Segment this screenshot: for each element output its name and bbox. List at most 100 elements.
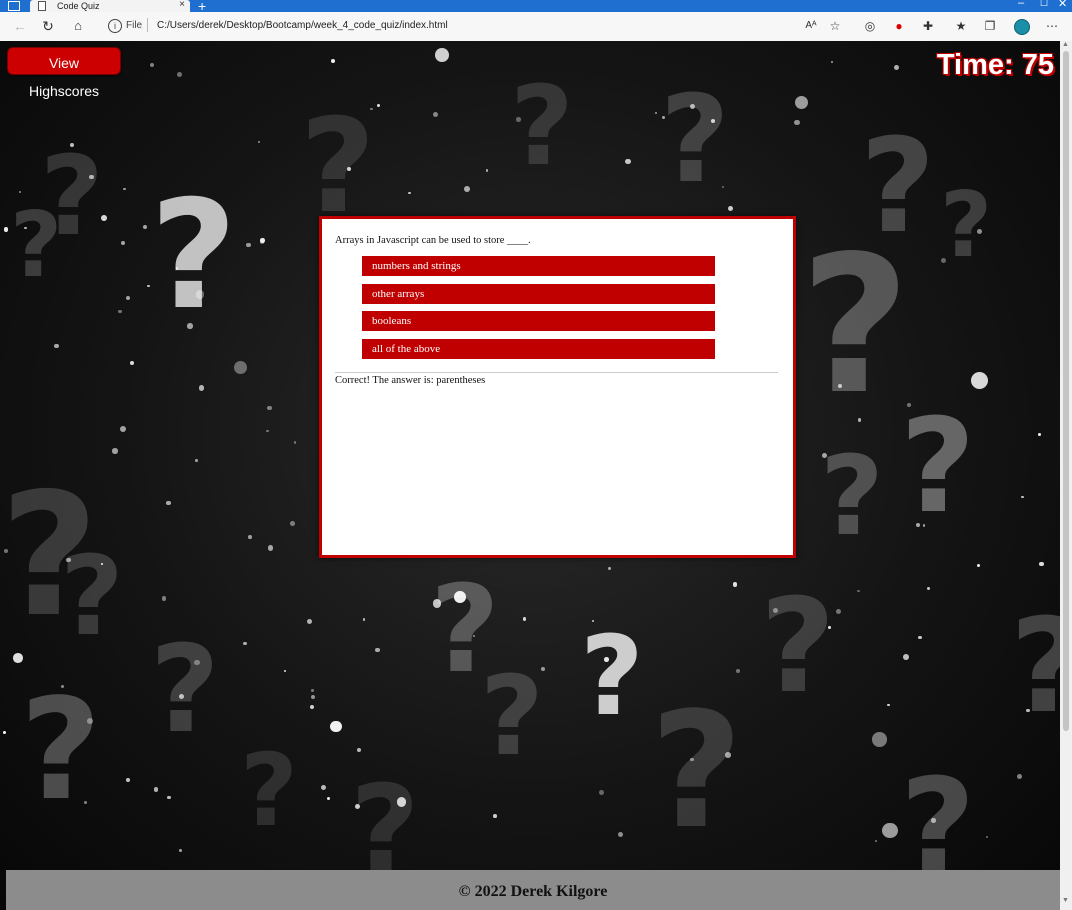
answer-feedback: Correct! The answer is: parentheses — [335, 375, 486, 386]
bokeh-dot — [66, 557, 71, 563]
favorite-add-icon[interactable]: ☆ — [826, 17, 844, 35]
page-icon — [38, 1, 46, 11]
bokeh-dot — [927, 586, 931, 591]
bokeh-dot — [625, 158, 632, 165]
back-icon[interactable]: ← — [10, 16, 30, 36]
bokeh-dot — [130, 360, 135, 366]
scrollbar[interactable]: ▲ ▼ — [1060, 41, 1072, 910]
bokeh-dot — [165, 500, 171, 506]
minimize-icon[interactable]: – — [1018, 0, 1024, 9]
address-bar[interactable]: C:/Users/derek/Desktop/Bootcamp/week_4_c… — [157, 20, 448, 31]
question-mark-decoration: ? — [20, 669, 102, 832]
bokeh-dot — [123, 187, 126, 191]
bokeh-dot — [320, 785, 326, 791]
tab-menu-icon[interactable] — [8, 1, 20, 11]
home-icon[interactable]: ⌂ — [68, 16, 88, 36]
bokeh-dot — [121, 241, 126, 246]
bokeh-dot — [112, 448, 118, 454]
question-mark-decoration: ? — [150, 169, 238, 343]
question-mark-decoration: ? — [760, 570, 836, 722]
bokeh-dot — [3, 731, 6, 734]
scroll-up-arrow[interactable]: ▲ — [1062, 41, 1069, 48]
bokeh-dot — [54, 343, 60, 349]
bokeh-dot — [522, 617, 527, 621]
bokeh-dot — [177, 71, 183, 77]
answer-button[interactable]: booleans — [362, 311, 715, 331]
bokeh-dot — [882, 823, 898, 839]
maximize-icon[interactable]: ☐ — [1040, 0, 1048, 9]
bokeh-dot — [3, 227, 8, 232]
bokeh-dot — [432, 111, 438, 117]
bokeh-dot — [835, 608, 841, 614]
answer-button[interactable]: numbers and strings — [362, 256, 715, 276]
scrollbar-thumb[interactable] — [1063, 51, 1069, 731]
bokeh-dot — [454, 590, 466, 603]
info-icon[interactable]: i — [108, 19, 122, 33]
bokeh-dot — [821, 452, 827, 458]
browser-tab-bar: Code Quiz × + – ☐ ✕ — [0, 0, 1072, 14]
close-icon[interactable]: × — [179, 0, 185, 10]
question-text: Arrays in Javascript can be used to stor… — [335, 235, 531, 246]
bokeh-dot — [89, 174, 94, 180]
more-icon[interactable]: ⋯ — [1043, 17, 1061, 35]
bokeh-dot — [831, 61, 834, 64]
bokeh-dot — [977, 228, 983, 234]
collections-icon[interactable]: ❐ — [981, 17, 999, 35]
tracking-icon[interactable]: ◎ — [861, 17, 879, 35]
bokeh-dot — [922, 524, 926, 527]
bokeh-dot — [464, 185, 471, 192]
question-mark-decoration: ? — [660, 71, 730, 210]
bokeh-dot — [362, 618, 366, 621]
browser-tab[interactable]: Code Quiz × — [30, 0, 190, 12]
bokeh-dot — [710, 119, 715, 124]
question-mark-decoration: ? — [10, 193, 63, 298]
read-aloud-icon[interactable]: Aᴬ — [802, 17, 820, 35]
bokeh-dot — [375, 647, 380, 653]
question-mark-decoration: ? — [150, 621, 220, 760]
favorites-icon[interactable]: ★ — [952, 17, 970, 35]
bokeh-dot — [608, 567, 611, 570]
extension-opera-icon[interactable]: ● — [890, 17, 908, 35]
bokeh-dot — [101, 215, 108, 221]
view-highscores-button[interactable]: View Highscores — [7, 47, 121, 99]
scroll-down-arrow[interactable]: ▼ — [1062, 897, 1069, 904]
bokeh-dot — [147, 284, 150, 288]
refresh-icon[interactable]: ↻ — [38, 16, 58, 36]
question-mark-decoration: ? — [300, 90, 376, 242]
window-close-icon[interactable]: ✕ — [1058, 0, 1067, 10]
bokeh-dot — [354, 803, 360, 809]
bokeh-dot — [872, 732, 887, 747]
bokeh-dot — [330, 58, 335, 63]
bokeh-dot — [735, 668, 740, 673]
bokeh-dot — [857, 589, 860, 593]
bokeh-dot — [541, 667, 546, 672]
profile-icon[interactable] — [1014, 19, 1030, 35]
question-mark-decoration: ? — [650, 677, 743, 864]
bokeh-dot — [725, 752, 731, 758]
question-mark-decoration: ? — [940, 173, 993, 278]
bokeh-dot — [283, 669, 287, 673]
bokeh-dot — [19, 190, 22, 193]
bokeh-dot — [306, 618, 313, 624]
bokeh-dot — [915, 522, 920, 527]
bokeh-dot — [604, 657, 609, 663]
bokeh-dot — [976, 563, 980, 567]
bokeh-dot — [24, 226, 27, 229]
question-mark-decoration: ? — [900, 390, 976, 542]
bokeh-dot — [118, 310, 122, 314]
extensions-icon[interactable]: ✚ — [919, 17, 937, 35]
bokeh-dot — [290, 521, 295, 526]
bokeh-dot — [120, 425, 127, 432]
bokeh-dot — [887, 703, 890, 707]
bokeh-dot — [198, 384, 205, 391]
bokeh-dot — [187, 323, 193, 329]
bokeh-dot — [732, 582, 738, 588]
bokeh-dot — [907, 402, 911, 407]
answer-button[interactable]: other arrays — [362, 283, 715, 304]
answer-list: numbers and strings other arrays boolean… — [362, 256, 715, 366]
bokeh-dot — [178, 693, 184, 699]
answer-button[interactable]: all of the above — [362, 338, 715, 359]
bokeh-dot — [310, 689, 314, 693]
bokeh-dot — [175, 266, 179, 270]
bokeh-dot — [357, 748, 362, 753]
